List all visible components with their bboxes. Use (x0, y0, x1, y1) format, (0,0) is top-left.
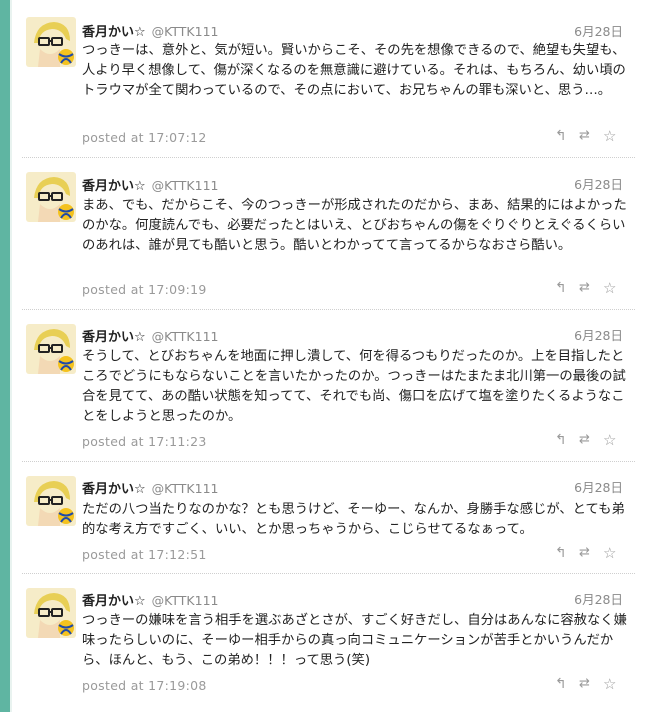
author-name[interactable]: 香月かい☆ (82, 179, 146, 194)
tweet-item: 香月かい☆ @KTTK111 6月28日 つっきーの嫌味を言う相手を選ぶあざとさが… (12, 574, 645, 712)
tweet-author: 香月かい☆ @KTTK111 (82, 21, 219, 40)
tweet-item: 香月かい☆ @KTTK111 6月28日 そうして、とびおちゃんを地面に押し潰して… (12, 310, 645, 462)
tweet-item: 香月かい☆ @KTTK111 6月28日 ただの八つ当たりなのかな？とも思うけど、… (12, 462, 645, 574)
tweet-date[interactable]: 6月28日 (574, 21, 623, 40)
tweet-item: 香月かい☆ @KTTK111 6月28日 まあ、でも、だからこそ、今のつっきーが形… (12, 158, 645, 310)
posted-timestamp[interactable]: posted at 17:19:08 (82, 678, 207, 693)
tweet-timeline: 香月かい☆ @KTTK111 6月28日 つっきーは、意外と、気が短い。賢いからこ… (12, 0, 645, 712)
tweet-date[interactable]: 6月28日 (574, 589, 623, 608)
tweet-text: まあ、でも、だからこそ、今のつっきーが形成されたのだから、まあ、結果的にはよかっ… (82, 198, 627, 253)
avatar[interactable] (26, 476, 76, 526)
tweet-author: 香月かい☆ @KTTK111 (82, 326, 219, 345)
tweet-actions: ↰ ⇄ ☆ (555, 432, 625, 448)
tweet-actions: ↰ ⇄ ☆ (555, 128, 625, 144)
author-handle[interactable]: @KTTK111 (152, 329, 219, 344)
tweet-text: そうして、とびおちゃんを地面に押し潰して、何を得るつもりだったのか。上を目指した… (82, 349, 626, 424)
tweet-author: 香月かい☆ @KTTK111 (82, 590, 219, 609)
reply-icon[interactable]: ↰ (555, 545, 567, 561)
tweet-actions: ↰ ⇄ ☆ (555, 545, 625, 561)
tweet-text: つっきーの嫌味を言う相手を選ぶあざとさが、すごく好きだし、自分はあんなに容赦なく… (82, 613, 627, 668)
posted-timestamp[interactable]: posted at 17:07:12 (82, 130, 207, 145)
tweet-date[interactable]: 6月28日 (574, 174, 623, 193)
author-name[interactable]: 香月かい☆ (82, 594, 146, 609)
tweet-text: ただの八つ当たりなのかな？とも思うけど、そーゆー、なんか、身勝手な感じが、とても… (82, 502, 625, 537)
author-name[interactable]: 香月かい☆ (82, 25, 146, 40)
avatar[interactable] (26, 172, 76, 222)
star-icon[interactable]: ☆ (603, 280, 616, 296)
star-icon[interactable]: ☆ (603, 545, 616, 561)
reply-icon[interactable]: ↰ (555, 128, 567, 144)
tweet-author: 香月かい☆ @KTTK111 (82, 175, 219, 194)
avatar[interactable] (26, 17, 76, 67)
star-icon[interactable]: ☆ (603, 128, 616, 144)
retweet-icon[interactable]: ⇄ (579, 280, 590, 296)
tweet-actions: ↰ ⇄ ☆ (555, 280, 625, 296)
reply-icon[interactable]: ↰ (555, 280, 567, 296)
tweet-author: 香月かい☆ @KTTK111 (82, 478, 219, 497)
retweet-icon[interactable]: ⇄ (579, 545, 590, 561)
reply-icon[interactable]: ↰ (555, 676, 567, 692)
author-handle[interactable]: @KTTK111 (152, 24, 219, 39)
avatar[interactable] (26, 588, 76, 638)
author-handle[interactable]: @KTTK111 (152, 481, 219, 496)
posted-timestamp[interactable]: posted at 17:12:51 (82, 547, 207, 562)
tweet-actions: ↰ ⇄ ☆ (555, 676, 625, 692)
page-left-edge (0, 0, 12, 712)
author-handle[interactable]: @KTTK111 (152, 593, 219, 608)
avatar[interactable] (26, 324, 76, 374)
author-name[interactable]: 香月かい☆ (82, 482, 146, 497)
retweet-icon[interactable]: ⇄ (579, 676, 590, 692)
retweet-icon[interactable]: ⇄ (579, 128, 590, 144)
author-name[interactable]: 香月かい☆ (82, 330, 146, 345)
posted-timestamp[interactable]: posted at 17:09:19 (82, 282, 207, 297)
tweet-date[interactable]: 6月28日 (574, 325, 623, 344)
star-icon[interactable]: ☆ (603, 432, 616, 448)
retweet-icon[interactable]: ⇄ (579, 432, 590, 448)
tweet-item: 香月かい☆ @KTTK111 6月28日 つっきーは、意外と、気が短い。賢いからこ… (12, 0, 645, 158)
posted-timestamp[interactable]: posted at 17:11:23 (82, 434, 207, 449)
reply-icon[interactable]: ↰ (555, 432, 567, 448)
tweet-date[interactable]: 6月28日 (574, 477, 623, 496)
star-icon[interactable]: ☆ (603, 676, 616, 692)
tweet-text: つっきーは、意外と、気が短い。賢いからこそ、その先を想像できるので、絶望も失望も… (82, 43, 626, 98)
author-handle[interactable]: @KTTK111 (152, 178, 219, 193)
